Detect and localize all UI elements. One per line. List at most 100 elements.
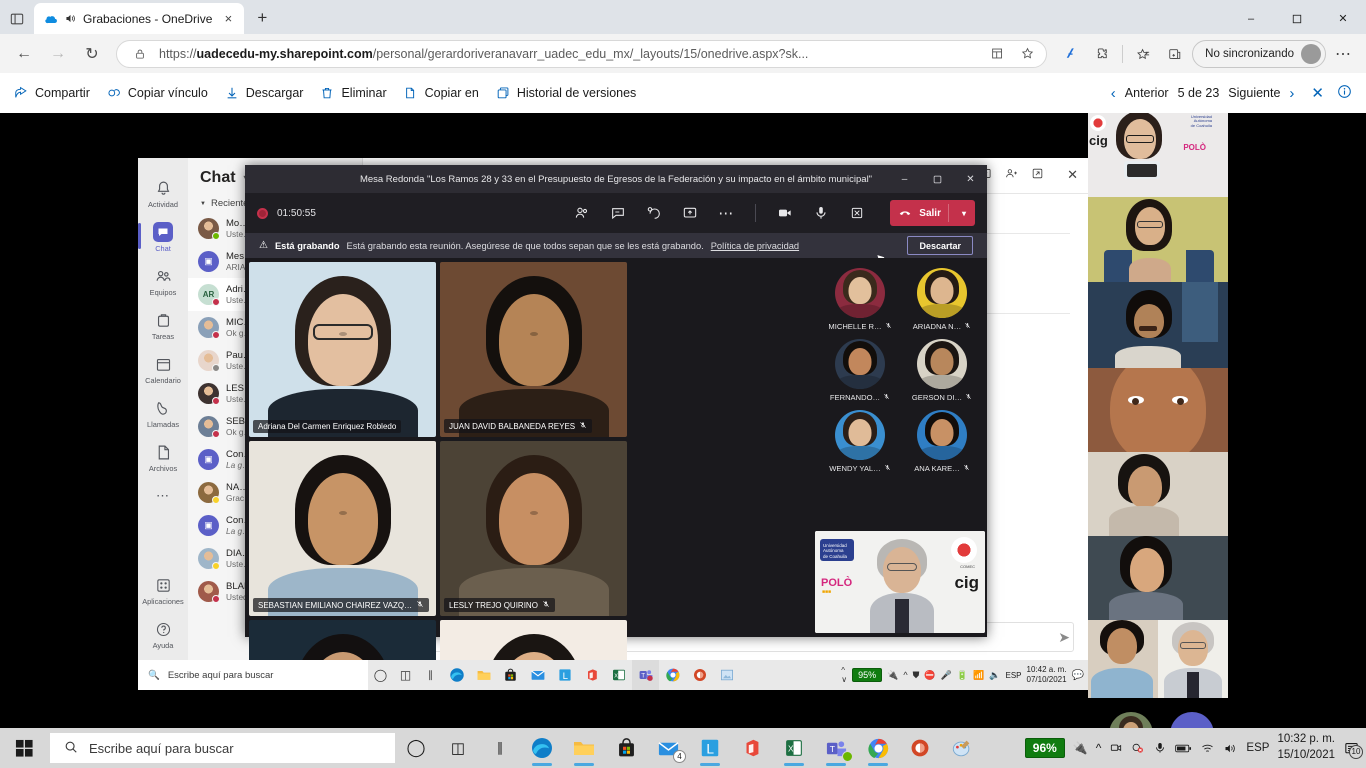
language-indicator[interactable]: ESP <box>1005 671 1021 680</box>
video-tile[interactable]: SEBASTIAN EMILIANO CHAIREZ VAZQ… <box>249 441 436 616</box>
command-historial-de-versiones[interactable]: Historial de versiones <box>496 86 636 100</box>
taskbar-app-chrome[interactable] <box>857 728 899 768</box>
roster-participant[interactable]: GERSON DI… <box>903 339 981 402</box>
browser-settings-more-icon[interactable]: ⋯ <box>1328 39 1358 69</box>
start-button[interactable] <box>0 728 48 768</box>
task-view-icon[interactable]: ◫ <box>437 728 479 768</box>
battery-tray-icon[interactable]: 🔋 <box>957 670 968 681</box>
taskbar-app-viewer[interactable] <box>713 660 740 690</box>
taskbar-app-mail[interactable]: 4 <box>647 728 689 768</box>
language-indicator[interactable]: ESP <box>1246 742 1269 754</box>
roster-participant[interactable]: ARIADNA N… <box>903 268 981 331</box>
recorded-clock[interactable]: 10:42 a. m. 07/10/2021 <box>1027 665 1067 685</box>
recorded-search-box[interactable]: 🔍 Escribe aquí para buscar <box>138 660 368 690</box>
read-aloud-icon[interactable] <box>1055 39 1085 69</box>
previous-label[interactable]: Anterior <box>1125 86 1169 100</box>
sidebar-item-tareas[interactable]: Tareas <box>138 304 188 345</box>
next-chevron-icon[interactable]: › <box>1289 85 1294 102</box>
collections-add-icon[interactable] <box>986 43 1008 65</box>
roster-participant[interactable]: WENDY YAL… <box>821 410 899 473</box>
video-tile[interactable] <box>1088 452 1228 536</box>
sidebar-item-ayuda[interactable]: Ayuda <box>138 613 188 654</box>
camera-in-use-icon[interactable] <box>1109 741 1123 755</box>
taskbar-app-l[interactable]: L <box>689 728 731 768</box>
volume-icon[interactable] <box>1223 741 1238 756</box>
video-tile[interactable]: Adriana Del Carmen Enriquez Robledo <box>249 262 436 437</box>
roster-participant[interactable]: FERNANDO… <box>821 339 899 402</box>
command-copiar-vinculo[interactable]: Copiar vínculo <box>107 86 208 100</box>
taskbar-app-office[interactable] <box>731 728 773 768</box>
cortana-icon[interactable]: ◯ <box>368 660 393 690</box>
leave-chevron-icon[interactable]: ▾ <box>956 209 972 218</box>
stop-video-icon[interactable] <box>846 202 868 224</box>
video-tile[interactable]: cig Universidad Autónoma de Coahuila POLÒ <box>1088 113 1228 197</box>
taskbar-clock[interactable]: 10:32 p. m. 15/10/2021 <box>1277 732 1335 763</box>
dismiss-banner-button[interactable]: Descartar <box>907 236 973 255</box>
taskbar-app-l[interactable]: L <box>551 660 578 690</box>
popout-icon[interactable] <box>1031 167 1044 185</box>
microphone-icon[interactable] <box>810 202 832 224</box>
taskbar-app-store[interactable] <box>605 728 647 768</box>
sidebar-item-chat[interactable]: Chat <box>138 216 188 257</box>
command-compartir[interactable]: Compartir <box>14 86 90 100</box>
taskbar-app-office[interactable] <box>578 660 605 690</box>
close-button[interactable]: ✕ <box>1320 3 1366 34</box>
favorite-star-icon[interactable] <box>1016 43 1038 65</box>
taskbar-app-explorer[interactable] <box>563 728 605 768</box>
minimize-button[interactable]: – <box>1228 3 1274 34</box>
extension-puzzle-icon[interactable] <box>1087 39 1117 69</box>
tray-chevron-up-icon[interactable]: ^ <box>1096 741 1102 755</box>
address-bar[interactable]: https://uadecedu-my.sharepoint.com/perso… <box>116 39 1048 68</box>
tray-chevron-icon[interactable]: ^ <box>903 670 907 680</box>
command-eliminar[interactable]: Eliminar <box>320 86 387 100</box>
tray-expand-icon[interactable]: ^ ∨ <box>841 666 847 684</box>
meeting-close-button[interactable]: ✕ <box>954 165 987 193</box>
taskbar-app-paint[interactable] <box>941 728 983 768</box>
roster-participant[interactable]: ANA KARE… <box>903 410 981 473</box>
meeting-minimize-button[interactable]: – <box>888 165 921 193</box>
next-label[interactable]: Siguiente <box>1228 86 1280 100</box>
microphone-icon[interactable] <box>1153 741 1167 755</box>
video-tile[interactable] <box>1088 620 1158 698</box>
share-screen-icon[interactable] <box>679 202 701 224</box>
video-tile[interactable]: LESLY TREJO QUIRINO <box>440 441 627 616</box>
mic-blocked-icon[interactable] <box>1131 741 1145 755</box>
collections-icon[interactable] <box>1160 39 1190 69</box>
command-descargar[interactable]: Descargar <box>225 86 303 100</box>
sidebar-item-actividad[interactable]: Actividad <box>138 172 188 213</box>
taskbar-app-teams[interactable]: T <box>632 660 659 690</box>
camera-icon[interactable] <box>774 202 796 224</box>
wifi-icon[interactable]: 📶 <box>973 670 984 681</box>
taskbar-app-powerpoint[interactable] <box>686 660 713 690</box>
video-tile[interactable] <box>1088 282 1228 368</box>
chat-icon[interactable] <box>607 202 629 224</box>
sidebar-item-equipos[interactable]: Equipos <box>138 260 188 301</box>
taskbar-app-mail[interactable] <box>524 660 551 690</box>
profile-button[interactable]: No sincronizando <box>1192 39 1326 68</box>
taskbar-app-powerpoint[interactable] <box>899 728 941 768</box>
volume-icon[interactable]: 🔈 <box>989 670 1000 681</box>
widgets-icon[interactable]: ∥ <box>479 728 521 768</box>
battery-indicator[interactable]: 95% <box>852 668 883 682</box>
roster-participant[interactable]: MICHELLE R… <box>821 268 899 331</box>
forward-icon[interactable]: → <box>42 39 74 69</box>
video-tile[interactable] <box>1158 620 1228 698</box>
privacy-policy-link[interactable]: Política de privacidad <box>711 241 799 251</box>
tab-close-icon[interactable]: × <box>218 9 238 29</box>
notifications-icon[interactable]: 10 <box>1343 740 1363 759</box>
sidebar-item-archivos[interactable]: Archivos <box>138 436 188 477</box>
send-icon[interactable]: ➤ <box>1058 629 1070 646</box>
viewer-close-icon[interactable]: ✕ <box>1311 84 1324 102</box>
mic-tray-icon[interactable]: 🎤 <box>941 670 952 681</box>
task-view-icon[interactable]: ◫ <box>393 660 418 690</box>
widgets-icon[interactable]: ∥ <box>418 660 443 690</box>
video-tile[interactable]: JUAN DAVID BALBANEDA REYES <box>440 262 627 437</box>
taskbar-app-teams[interactable]: T <box>815 728 857 768</box>
reload-icon[interactable]: ↻ <box>76 39 108 69</box>
battery-tray-icon[interactable] <box>1175 742 1192 755</box>
taskbar-app-chrome[interactable] <box>659 660 686 690</box>
mic-blocked-icon[interactable]: ⛔ <box>924 670 935 681</box>
tab-actions-icon[interactable] <box>0 4 34 34</box>
sidebar-more-icon[interactable]: ⋯ <box>138 480 188 510</box>
camera-tray-icon[interactable]: ⛊ <box>913 670 920 681</box>
